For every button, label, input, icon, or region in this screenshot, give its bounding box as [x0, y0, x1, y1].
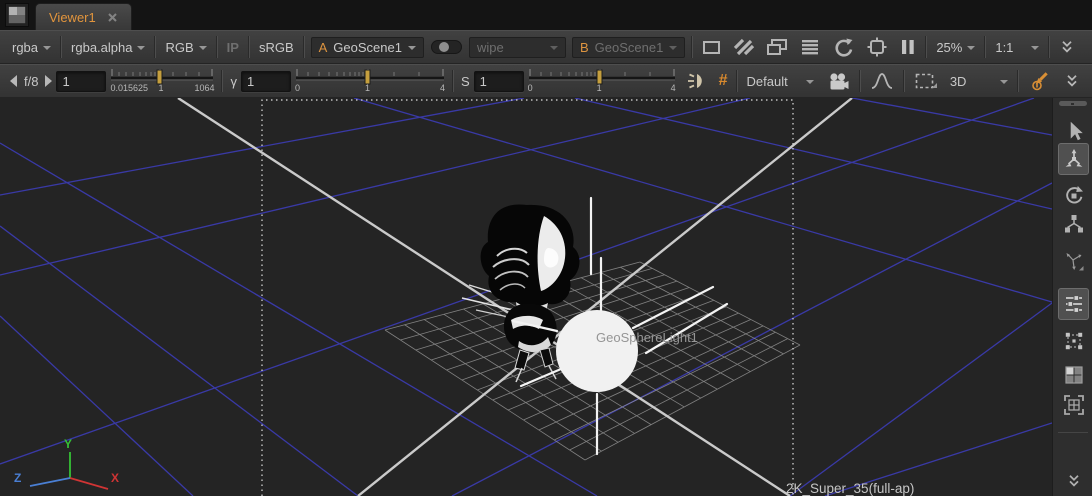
rotate-tool-icon[interactable]	[1061, 183, 1087, 209]
slider-handle	[365, 70, 370, 84]
wipe-toggle[interactable]	[431, 40, 462, 54]
viewer-process-dropdown[interactable]: Default	[741, 74, 820, 89]
divider	[859, 70, 861, 92]
input-process-button[interactable]: IP	[221, 40, 245, 55]
close-icon[interactable]	[107, 12, 118, 23]
color-sample-icon[interactable]	[1022, 70, 1058, 92]
proxy-ratio-dropdown[interactable]: 1:1	[989, 40, 1045, 55]
divider	[903, 70, 905, 92]
divider	[221, 70, 223, 92]
grid-hash-icon[interactable]: #	[714, 72, 733, 90]
tab-title: Viewer1	[49, 10, 96, 25]
saturation-slider[interactable]: 0 1 4	[528, 65, 676, 97]
input-a-value: GeoScene1	[333, 40, 402, 55]
toolbar-grip-handle[interactable]	[1059, 101, 1087, 106]
gamma-slider[interactable]: 0 1 4	[295, 65, 445, 97]
viewer-toolbar-exposure: f/8 0.015625 1 1064 γ 0 1 4 S	[0, 64, 1092, 98]
input-a-letter: A	[319, 40, 328, 55]
view-mode-dropdown[interactable]: 3D	[944, 74, 1014, 89]
chevron-down-icon	[1000, 80, 1008, 84]
chevron-down-icon	[806, 80, 814, 84]
divider	[216, 36, 218, 58]
gamma-input[interactable]	[241, 71, 291, 92]
divider	[736, 70, 738, 92]
layout-frame-icon[interactable]	[1061, 392, 1087, 418]
saturation-label: S	[457, 74, 474, 89]
divider	[248, 36, 250, 58]
chevron-down-icon	[137, 46, 145, 50]
overlay-windows-icon[interactable]	[760, 38, 794, 56]
input-b-dropdown[interactable]: B GeoScene1	[572, 37, 685, 58]
divider	[60, 36, 62, 58]
divider	[154, 36, 156, 58]
chevron-down-icon	[43, 46, 51, 50]
input-b-value: GeoScene1	[595, 40, 664, 55]
alpha-channel-dropdown[interactable]: rgba.alpha	[65, 40, 151, 55]
display-style-dropdown[interactable]: RGB	[159, 40, 212, 55]
axis-z-label: Z	[14, 471, 21, 485]
next-stop-icon[interactable]	[45, 75, 52, 87]
collapse-chevron-icon[interactable]	[1061, 468, 1087, 494]
gamma-label: γ	[226, 74, 241, 89]
chevron-down-icon	[408, 46, 416, 50]
divider	[1017, 70, 1019, 92]
axis-y-label: Y	[64, 437, 72, 451]
toggle-knob	[439, 42, 449, 52]
mask-icon[interactable]	[696, 38, 728, 56]
divider	[1048, 36, 1050, 58]
axis-gizmo: Y X Z	[14, 437, 119, 489]
chevron-down-icon	[1031, 46, 1039, 50]
collapse-chevron-icon[interactable]	[1058, 73, 1086, 89]
sliders-tool-icon[interactable]	[1058, 288, 1089, 320]
update-icon[interactable]	[826, 37, 860, 57]
srgb-button[interactable]: sRGB	[253, 40, 300, 55]
divider	[691, 36, 693, 58]
slider-handle	[597, 70, 602, 84]
viewport-side-toolbar	[1052, 98, 1092, 496]
tab-viewer1[interactable]: Viewer1	[35, 3, 132, 30]
pause-icon[interactable]	[894, 38, 922, 56]
fstop-label: f/8	[21, 74, 41, 89]
camera-icon[interactable]	[820, 72, 856, 91]
chevron-down-icon	[669, 46, 677, 50]
viewport-canvas[interactable]: Y X Z	[0, 98, 1052, 496]
divider	[925, 36, 927, 58]
marquee-icon[interactable]	[908, 72, 944, 90]
safe-zones-icon[interactable]	[860, 37, 894, 57]
divider	[1058, 432, 1088, 433]
chevron-down-icon	[967, 46, 975, 50]
viewer-main: Y X Z GeoSphereLight1 2K_Super_35(full-a…	[0, 98, 1092, 496]
saturation-input[interactable]	[474, 71, 524, 92]
zoom-level-dropdown[interactable]: 25%	[930, 40, 981, 55]
viewport-3d[interactable]: Y X Z GeoSphereLight1 2K_Super_35(full-a…	[0, 98, 1052, 496]
tab-bar: Viewer1	[0, 0, 1092, 30]
input-a-dropdown[interactable]: A GeoScene1	[311, 37, 424, 58]
wipe-stripes-icon[interactable]	[728, 38, 760, 56]
gain-input[interactable]	[56, 71, 106, 92]
channels-dropdown[interactable]: rgba	[6, 40, 57, 55]
translate-tool-icon[interactable]	[1058, 143, 1089, 175]
axis-x-label: X	[111, 471, 119, 485]
chevron-down-icon	[199, 46, 207, 50]
headlight-icon[interactable]	[680, 72, 714, 90]
pointer-tool-icon[interactable]	[1061, 118, 1087, 144]
divider	[303, 36, 305, 58]
prev-stop-icon[interactable]	[10, 75, 17, 87]
gain-slider[interactable]: 0.015625 1 1064	[110, 65, 214, 97]
input-b-letter: B	[580, 40, 589, 55]
layout-grid-icon[interactable]	[1061, 362, 1087, 388]
scale-tool-icon[interactable]	[1061, 211, 1087, 237]
pane-menu-icon[interactable]	[5, 3, 29, 27]
divider	[984, 36, 986, 58]
wipe-mode-dropdown[interactable]: wipe	[469, 37, 566, 58]
gamma-curve-icon[interactable]	[864, 72, 900, 90]
slider-handle	[157, 70, 162, 84]
collapse-chevron-icon[interactable]	[1053, 39, 1081, 55]
divider	[452, 70, 454, 92]
viewer-toolbar-top: rgba rgba.alpha RGB IP sRGB A GeoScene1 …	[0, 30, 1092, 64]
axis-tool-icon[interactable]	[1061, 248, 1087, 274]
scanlines-icon[interactable]	[794, 38, 826, 56]
chevron-down-icon	[550, 46, 558, 50]
vertex-select-tool-icon[interactable]	[1061, 328, 1087, 354]
